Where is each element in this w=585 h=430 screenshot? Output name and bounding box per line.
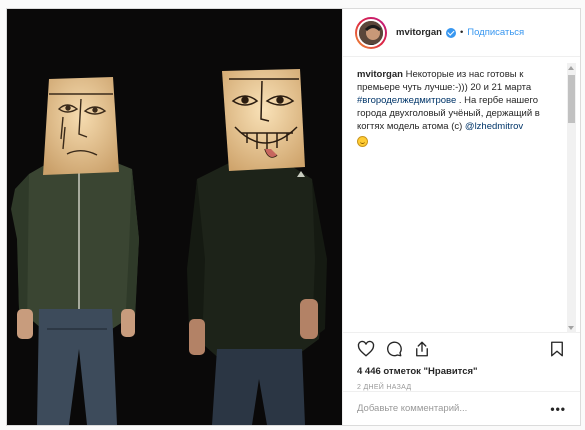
post-sidebar: mvitorgan • Подписаться mvitorgan Некото… bbox=[342, 9, 580, 425]
share-button[interactable] bbox=[411, 338, 433, 360]
bookmark-icon bbox=[551, 341, 563, 357]
post-photo[interactable] bbox=[7, 9, 342, 425]
photo-two-men-paper-bag-masks bbox=[7, 9, 342, 425]
caption-hashtag[interactable]: #вгороделжедмитрове bbox=[357, 95, 456, 106]
smiling-emoji-icon bbox=[357, 136, 368, 147]
save-button[interactable] bbox=[546, 338, 568, 360]
post-actions bbox=[355, 338, 568, 360]
scroll-up-arrow-icon[interactable] bbox=[568, 66, 574, 70]
more-options-button[interactable]: ••• bbox=[550, 402, 566, 416]
comment-bar: ••• bbox=[343, 391, 580, 425]
comment-button[interactable] bbox=[383, 338, 405, 360]
instagram-post: mvitorgan • Подписаться mvitorgan Некото… bbox=[6, 8, 581, 426]
caption-author[interactable]: mvitorgan bbox=[357, 69, 403, 80]
like-button[interactable] bbox=[355, 338, 377, 360]
comment-icon bbox=[387, 341, 402, 357]
avatar[interactable] bbox=[355, 16, 387, 49]
caption-scrollbar[interactable] bbox=[567, 63, 576, 333]
separator-dot: • bbox=[459, 27, 464, 38]
heart-icon bbox=[357, 340, 375, 357]
scroll-thumb[interactable] bbox=[568, 75, 575, 123]
caption-area: mvitorgan Некоторые из нас готовы к прем… bbox=[343, 58, 580, 333]
comment-input[interactable] bbox=[357, 403, 551, 414]
post-caption: mvitorgan Некоторые из нас готовы к прем… bbox=[357, 68, 557, 149]
post-header: mvitorgan • Подписаться bbox=[343, 9, 580, 57]
share-icon bbox=[416, 341, 428, 357]
scroll-down-arrow-icon[interactable] bbox=[568, 326, 574, 330]
likes-count[interactable]: 4 446 отметок "Нравится" bbox=[357, 366, 478, 377]
post-timestamp[interactable]: 2 ДНЕЙ НАЗАД bbox=[357, 384, 411, 391]
username-link[interactable]: mvitorgan bbox=[396, 27, 442, 38]
avatar-image bbox=[357, 18, 385, 47]
verified-badge-icon bbox=[445, 27, 456, 38]
caption-mention[interactable]: @lzhedmitrov bbox=[465, 121, 523, 132]
avatar-face-icon bbox=[359, 20, 383, 45]
follow-button[interactable]: Подписаться bbox=[467, 27, 524, 38]
